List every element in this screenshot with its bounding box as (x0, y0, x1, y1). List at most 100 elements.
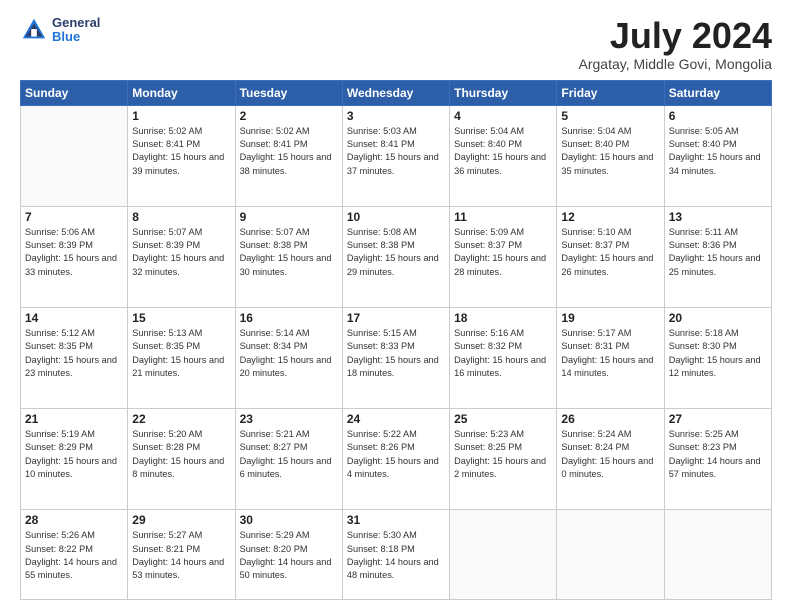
header-sunday: Sunday (21, 80, 128, 105)
day-number: 3 (347, 109, 445, 123)
weekday-header-row: Sunday Monday Tuesday Wednesday Thursday… (21, 80, 772, 105)
day-info: Sunrise: 5:15 AMSunset: 8:33 PMDaylight:… (347, 327, 445, 380)
day-cell: 16 Sunrise: 5:14 AMSunset: 8:34 PMDaylig… (235, 307, 342, 408)
day-cell: 20 Sunrise: 5:18 AMSunset: 8:30 PMDaylig… (664, 307, 771, 408)
day-cell: 22 Sunrise: 5:20 AMSunset: 8:28 PMDaylig… (128, 409, 235, 510)
day-number: 8 (132, 210, 230, 224)
day-info: Sunrise: 5:26 AMSunset: 8:22 PMDaylight:… (25, 529, 123, 582)
day-number: 30 (240, 513, 338, 527)
day-info: Sunrise: 5:03 AMSunset: 8:41 PMDaylight:… (347, 125, 445, 178)
day-cell: 8 Sunrise: 5:07 AMSunset: 8:39 PMDayligh… (128, 206, 235, 307)
header-wednesday: Wednesday (342, 80, 449, 105)
day-number: 14 (25, 311, 123, 325)
week-row-1: 1 Sunrise: 5:02 AMSunset: 8:41 PMDayligh… (21, 105, 772, 206)
day-info: Sunrise: 5:24 AMSunset: 8:24 PMDaylight:… (561, 428, 659, 481)
day-cell: 30 Sunrise: 5:29 AMSunset: 8:20 PMDaylig… (235, 510, 342, 600)
day-info: Sunrise: 5:08 AMSunset: 8:38 PMDaylight:… (347, 226, 445, 279)
day-number: 12 (561, 210, 659, 224)
day-info: Sunrise: 5:17 AMSunset: 8:31 PMDaylight:… (561, 327, 659, 380)
page-header: General Blue July 2024 Argatay, Middle G… (20, 16, 772, 72)
day-cell: 31 Sunrise: 5:30 AMSunset: 8:18 PMDaylig… (342, 510, 449, 600)
day-info: Sunrise: 5:23 AMSunset: 8:25 PMDaylight:… (454, 428, 552, 481)
day-info: Sunrise: 5:10 AMSunset: 8:37 PMDaylight:… (561, 226, 659, 279)
week-row-2: 7 Sunrise: 5:06 AMSunset: 8:39 PMDayligh… (21, 206, 772, 307)
logo-text: General Blue (52, 16, 100, 45)
logo: General Blue (20, 16, 100, 45)
day-cell: 10 Sunrise: 5:08 AMSunset: 8:38 PMDaylig… (342, 206, 449, 307)
header-thursday: Thursday (450, 80, 557, 105)
day-number: 16 (240, 311, 338, 325)
header-monday: Monday (128, 80, 235, 105)
day-info: Sunrise: 5:14 AMSunset: 8:34 PMDaylight:… (240, 327, 338, 380)
day-number: 21 (25, 412, 123, 426)
day-info: Sunrise: 5:30 AMSunset: 8:18 PMDaylight:… (347, 529, 445, 582)
day-number: 17 (347, 311, 445, 325)
day-info: Sunrise: 5:16 AMSunset: 8:32 PMDaylight:… (454, 327, 552, 380)
calendar-table: Sunday Monday Tuesday Wednesday Thursday… (20, 80, 772, 600)
day-cell: 14 Sunrise: 5:12 AMSunset: 8:35 PMDaylig… (21, 307, 128, 408)
day-number: 6 (669, 109, 767, 123)
day-info: Sunrise: 5:05 AMSunset: 8:40 PMDaylight:… (669, 125, 767, 178)
day-cell (21, 105, 128, 206)
day-cell: 25 Sunrise: 5:23 AMSunset: 8:25 PMDaylig… (450, 409, 557, 510)
header-friday: Friday (557, 80, 664, 105)
day-cell: 28 Sunrise: 5:26 AMSunset: 8:22 PMDaylig… (21, 510, 128, 600)
day-cell: 4 Sunrise: 5:04 AMSunset: 8:40 PMDayligh… (450, 105, 557, 206)
day-number: 18 (454, 311, 552, 325)
day-cell: 13 Sunrise: 5:11 AMSunset: 8:36 PMDaylig… (664, 206, 771, 307)
calendar-page: General Blue July 2024 Argatay, Middle G… (0, 0, 792, 612)
day-number: 1 (132, 109, 230, 123)
week-row-4: 21 Sunrise: 5:19 AMSunset: 8:29 PMDaylig… (21, 409, 772, 510)
day-info: Sunrise: 5:18 AMSunset: 8:30 PMDaylight:… (669, 327, 767, 380)
day-number: 15 (132, 311, 230, 325)
day-cell: 27 Sunrise: 5:25 AMSunset: 8:23 PMDaylig… (664, 409, 771, 510)
day-cell: 23 Sunrise: 5:21 AMSunset: 8:27 PMDaylig… (235, 409, 342, 510)
day-info: Sunrise: 5:02 AMSunset: 8:41 PMDaylight:… (240, 125, 338, 178)
day-number: 20 (669, 311, 767, 325)
day-info: Sunrise: 5:02 AMSunset: 8:41 PMDaylight:… (132, 125, 230, 178)
day-number: 2 (240, 109, 338, 123)
day-info: Sunrise: 5:07 AMSunset: 8:38 PMDaylight:… (240, 226, 338, 279)
day-cell: 9 Sunrise: 5:07 AMSunset: 8:38 PMDayligh… (235, 206, 342, 307)
day-cell: 26 Sunrise: 5:24 AMSunset: 8:24 PMDaylig… (557, 409, 664, 510)
day-info: Sunrise: 5:13 AMSunset: 8:35 PMDaylight:… (132, 327, 230, 380)
day-number: 28 (25, 513, 123, 527)
day-number: 11 (454, 210, 552, 224)
day-number: 7 (25, 210, 123, 224)
day-info: Sunrise: 5:04 AMSunset: 8:40 PMDaylight:… (454, 125, 552, 178)
day-number: 22 (132, 412, 230, 426)
day-number: 24 (347, 412, 445, 426)
day-number: 19 (561, 311, 659, 325)
day-cell: 5 Sunrise: 5:04 AMSunset: 8:40 PMDayligh… (557, 105, 664, 206)
day-cell: 21 Sunrise: 5:19 AMSunset: 8:29 PMDaylig… (21, 409, 128, 510)
month-title: July 2024 (579, 16, 773, 56)
day-cell: 12 Sunrise: 5:10 AMSunset: 8:37 PMDaylig… (557, 206, 664, 307)
logo-icon (20, 16, 48, 44)
day-number: 31 (347, 513, 445, 527)
day-number: 29 (132, 513, 230, 527)
day-info: Sunrise: 5:19 AMSunset: 8:29 PMDaylight:… (25, 428, 123, 481)
day-cell: 11 Sunrise: 5:09 AMSunset: 8:37 PMDaylig… (450, 206, 557, 307)
day-number: 9 (240, 210, 338, 224)
day-info: Sunrise: 5:11 AMSunset: 8:36 PMDaylight:… (669, 226, 767, 279)
day-info: Sunrise: 5:06 AMSunset: 8:39 PMDaylight:… (25, 226, 123, 279)
day-info: Sunrise: 5:27 AMSunset: 8:21 PMDaylight:… (132, 529, 230, 582)
day-cell: 2 Sunrise: 5:02 AMSunset: 8:41 PMDayligh… (235, 105, 342, 206)
logo-general: General (52, 16, 100, 30)
day-info: Sunrise: 5:04 AMSunset: 8:40 PMDaylight:… (561, 125, 659, 178)
day-cell: 17 Sunrise: 5:15 AMSunset: 8:33 PMDaylig… (342, 307, 449, 408)
logo-blue: Blue (52, 30, 100, 44)
day-number: 27 (669, 412, 767, 426)
day-number: 5 (561, 109, 659, 123)
day-number: 4 (454, 109, 552, 123)
day-cell: 7 Sunrise: 5:06 AMSunset: 8:39 PMDayligh… (21, 206, 128, 307)
week-row-5: 28 Sunrise: 5:26 AMSunset: 8:22 PMDaylig… (21, 510, 772, 600)
day-cell: 6 Sunrise: 5:05 AMSunset: 8:40 PMDayligh… (664, 105, 771, 206)
day-info: Sunrise: 5:07 AMSunset: 8:39 PMDaylight:… (132, 226, 230, 279)
day-info: Sunrise: 5:22 AMSunset: 8:26 PMDaylight:… (347, 428, 445, 481)
day-number: 23 (240, 412, 338, 426)
header-tuesday: Tuesday (235, 80, 342, 105)
day-info: Sunrise: 5:25 AMSunset: 8:23 PMDaylight:… (669, 428, 767, 481)
day-info: Sunrise: 5:21 AMSunset: 8:27 PMDaylight:… (240, 428, 338, 481)
day-info: Sunrise: 5:20 AMSunset: 8:28 PMDaylight:… (132, 428, 230, 481)
